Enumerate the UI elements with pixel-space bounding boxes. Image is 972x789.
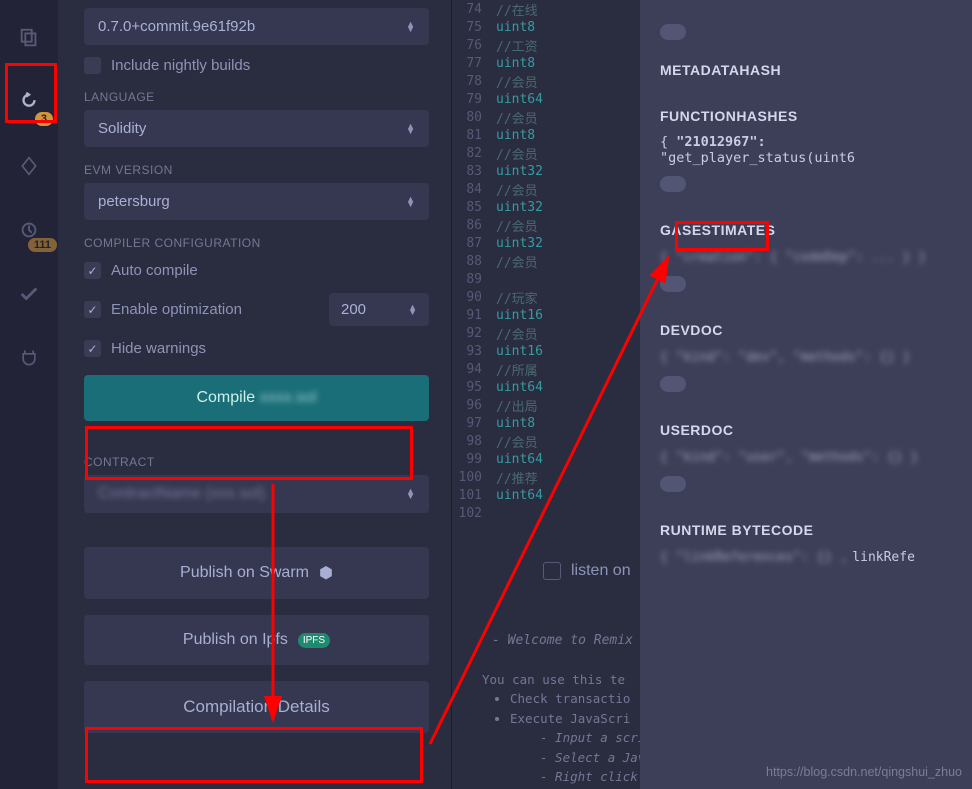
auto-compile-label: Auto compile [111, 262, 198, 279]
ipfs-icon: IPFS [298, 633, 330, 648]
functionhash-row: { "21012967": "get_player_status(uint6 [660, 134, 952, 166]
language-value: Solidity [98, 120, 146, 137]
hide-warnings-label: Hide warnings [111, 340, 206, 357]
devdoc-content: { "kind": "dev", "methods": {} } [660, 350, 910, 365]
functionhashes-heading: FUNCTIONHASHES [660, 108, 952, 124]
language-heading: LANGUAGE [84, 90, 429, 104]
publish-ipfs-label: Publish on Ipfs [183, 631, 288, 649]
analysis-icon[interactable]: 111 [11, 212, 47, 248]
watermark: https://blog.csdn.net/qingshui_zhuo [766, 765, 962, 779]
analysis-badge: 111 [28, 238, 57, 252]
compiler-version-value: 0.7.0+commit.9e61f92b [98, 18, 255, 35]
nightly-checkbox-row[interactable]: Include nightly builds [84, 57, 429, 74]
runtime-heading: RUNTIME BYTECODE [660, 522, 952, 538]
compiler-version-select[interactable]: 0.7.0+commit.9e61f92b ▲▼ [84, 8, 429, 45]
fn-val: "get_player_status(uint6 [660, 150, 855, 166]
enable-opt-checkbox[interactable]: ✓ [84, 301, 101, 318]
devdoc-heading: DEVDOC [660, 322, 952, 338]
publish-swarm-button[interactable]: Publish on Swarm ⬢ [84, 547, 429, 599]
chevron-updown-icon: ▲▼ [406, 124, 415, 134]
contract-select[interactable]: ContractName (xxx.sol) ▲▼ [84, 475, 429, 513]
contract-heading: CONTRACT [84, 455, 429, 469]
enable-opt-row[interactable]: ✓ Enable optimization [84, 301, 315, 318]
compilation-details-button[interactable]: Compilation Details [84, 681, 429, 733]
chevron-updown-icon: ▲▼ [408, 305, 417, 315]
chevron-updown-icon: ▲▼ [406, 22, 415, 32]
copy-pill[interactable] [660, 276, 686, 292]
publish-swarm-label: Publish on Swarm [180, 564, 309, 582]
auto-compile-row[interactable]: ✓ Auto compile [84, 262, 429, 279]
evm-select[interactable]: petersburg ▲▼ [84, 183, 429, 220]
evm-value: petersburg [98, 193, 170, 210]
userdoc-content: { "kind": "user", "methods": {} } [660, 450, 918, 465]
config-heading: COMPILER CONFIGURATION [84, 236, 429, 250]
copy-pill[interactable] [660, 176, 686, 192]
contract-value: ContractName (xxx.sol) [98, 485, 265, 503]
icon-sidebar: 3 111 [0, 0, 58, 789]
userdoc-heading: USERDOC [660, 422, 952, 438]
compile-prefix: Compile [196, 389, 255, 406]
evm-heading: EVM VERSION [84, 163, 429, 177]
language-select[interactable]: Solidity ▲▼ [84, 110, 429, 147]
link-ref: linkRefe [852, 550, 915, 565]
chevron-updown-icon: ▲▼ [406, 489, 415, 499]
gas-content: { "creation": { "codeDep": ... } } [660, 250, 926, 265]
compile-badge: 3 [35, 112, 53, 126]
fn-key: "21012967": [676, 134, 765, 150]
publish-ipfs-button[interactable]: Publish on Ipfs IPFS [84, 615, 429, 665]
hide-warnings-row[interactable]: ✓ Hide warnings [84, 340, 429, 357]
nightly-checkbox[interactable] [84, 57, 101, 74]
compile-icon[interactable]: 3 [11, 84, 47, 120]
chevron-updown-icon: ▲▼ [406, 197, 415, 207]
nightly-label: Include nightly builds [111, 57, 250, 74]
enable-opt-label: Enable optimization [111, 301, 242, 318]
copy-pill[interactable] [660, 476, 686, 492]
gasestimates-heading: GASESTIMATES [660, 222, 952, 238]
compiler-panel: 0.7.0+commit.9e61f92b ▲▼ Include nightly… [58, 0, 452, 789]
deploy-icon[interactable] [11, 148, 47, 184]
copy-pill[interactable] [660, 376, 686, 392]
opt-runs-input[interactable]: 200 ▲▼ [329, 293, 429, 326]
compile-button[interactable]: Compile xxxx.sol [84, 375, 429, 421]
compile-target: xxxx.sol [260, 389, 317, 406]
test-icon[interactable] [11, 276, 47, 312]
opt-runs-value: 200 [341, 301, 366, 318]
plugin-icon[interactable] [11, 340, 47, 376]
details-overlay: METADATAHASH FUNCTIONHASHES { "21012967"… [640, 0, 972, 789]
copy-pill[interactable] [660, 24, 686, 40]
hide-warnings-checkbox[interactable]: ✓ [84, 340, 101, 357]
auto-compile-checkbox[interactable]: ✓ [84, 262, 101, 279]
swarm-icon: ⬢ [319, 563, 333, 583]
runtime-content: { "linkReferences": {} , linkRefe [660, 548, 952, 566]
files-icon[interactable] [11, 20, 47, 56]
details-label: Compilation Details [183, 697, 329, 717]
metadatahash-heading: METADATAHASH [660, 62, 952, 78]
